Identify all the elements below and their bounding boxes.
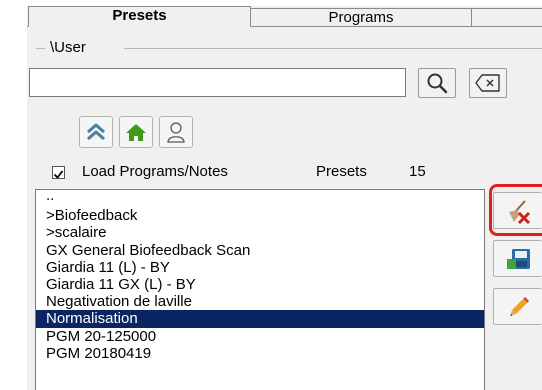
tab-extra[interactable]	[471, 8, 542, 27]
list-item[interactable]: >scalaire	[36, 224, 484, 241]
home-button[interactable]	[119, 116, 153, 148]
magnifier-icon	[427, 73, 448, 94]
up-folder-button[interactable]	[79, 116, 113, 148]
search-button[interactable]	[418, 68, 456, 98]
clear-search-button[interactable]	[469, 68, 507, 98]
presets-count-label: Presets	[316, 163, 367, 180]
presets-list[interactable]: .. >Biofeedback >scalaire GX General Bio…	[35, 189, 485, 390]
tab-programs[interactable]: Programs	[250, 8, 472, 27]
load-programs-checkbox[interactable]	[52, 166, 65, 179]
list-item[interactable]: >Biofeedback	[36, 207, 484, 224]
home-icon	[126, 124, 146, 141]
list-item-parent[interactable]: ..	[36, 190, 484, 207]
list-item[interactable]: Giardia 11 (L) - BY	[36, 259, 484, 276]
folder-path-label: \User	[50, 39, 86, 56]
group-border	[36, 48, 45, 49]
delete-button-highlight	[489, 184, 542, 236]
list-item-selected[interactable]: Normalisation	[36, 310, 484, 328]
user-icon	[167, 122, 185, 143]
save-preset-button[interactable]	[493, 240, 542, 277]
user-button[interactable]	[159, 116, 193, 148]
floppy-save-icon	[507, 248, 530, 269]
list-item[interactable]: Giardia 11 GX (L) - BY	[36, 276, 484, 293]
backspace-x-icon	[475, 74, 500, 92]
tab-presets[interactable]: Presets	[28, 6, 251, 27]
list-item[interactable]: Negativation de laville	[36, 293, 484, 310]
list-item[interactable]: GX General Biofeedback Scan	[36, 242, 484, 259]
list-item[interactable]: PGM 20180419	[36, 345, 484, 362]
list-item[interactable]: PGM 20-125000	[36, 328, 484, 345]
pencil-edit-icon	[510, 296, 529, 316]
presets-count-value: 15	[409, 163, 426, 180]
group-border	[124, 48, 542, 49]
double-chevron-up-icon	[87, 123, 105, 141]
checkmark-icon	[53, 170, 64, 179]
edit-preset-button[interactable]	[493, 288, 542, 325]
search-input[interactable]	[29, 68, 406, 97]
load-programs-label: Load Programs/Notes	[82, 163, 228, 180]
